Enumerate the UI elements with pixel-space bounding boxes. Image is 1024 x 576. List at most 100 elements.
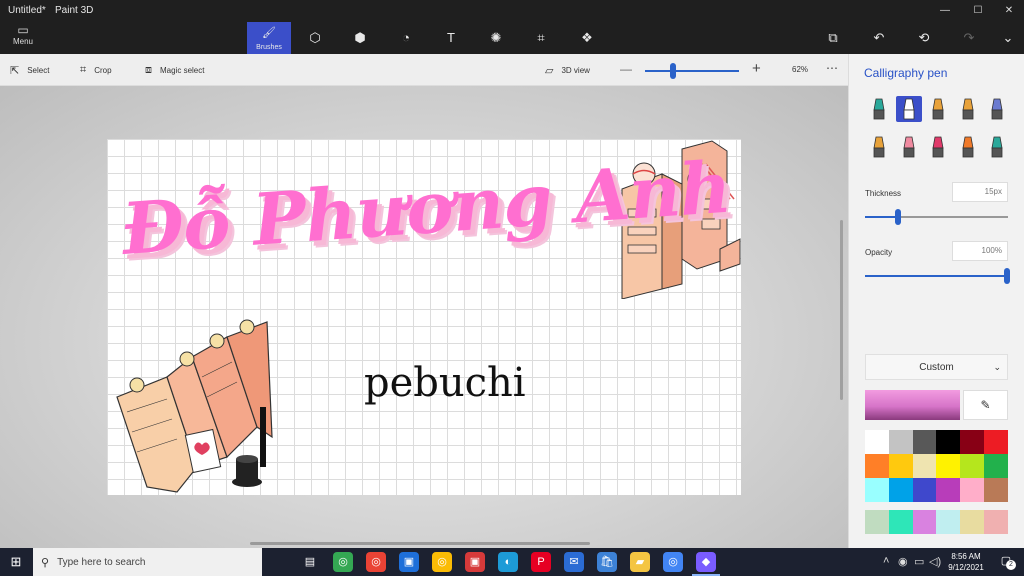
zoom-slider-thumb[interactable] [670,63,677,79]
color-swatch[interactable] [983,478,1008,502]
brush-calligraphy-pen[interactable] [895,96,922,122]
color-swatch[interactable] [888,430,913,454]
chrome-icon: ◎ [668,556,678,568]
color-swatch[interactable] [936,430,961,454]
brush-watercolor[interactable] [955,96,981,122]
history-icon[interactable]: ⟲ [913,28,935,48]
crop-button[interactable]: ⌗ Crop [80,62,112,78]
opacity-slider-thumb[interactable] [1004,268,1010,284]
zoom-slider[interactable] [645,70,739,72]
color-swatch[interactable] [960,454,984,478]
battery-icon[interactable]: ▭ [914,555,924,568]
brush-marker[interactable] [866,96,892,122]
taskbar-app-pinterest[interactable]: P [531,552,551,572]
color-swatch[interactable] [888,478,913,502]
folder-icon: ▭ [17,23,29,37]
color-swatch[interactable] [983,430,1008,454]
close-button[interactable]: ✕ [994,3,1024,19]
color-swatch[interactable] [912,430,937,454]
thickness-input[interactable]: 15px [952,182,1008,202]
color-swatch[interactable] [936,454,961,478]
tab-effects[interactable]: ✺ [474,22,518,54]
zoom-in-button[interactable]: + [752,60,761,77]
chevron-down-icon[interactable]: ⌄ [997,28,1019,48]
3d-view-button[interactable]: ▱ 3D view [545,62,590,78]
tab-brushes[interactable]: 🖌 Brushes [247,22,291,54]
taskbar-search-box[interactable]: ⚲ Type here to search [33,548,262,576]
color-swatch[interactable] [912,454,937,478]
color-swatch[interactable] [960,430,984,454]
brush-pencil[interactable] [866,134,892,160]
tab-canvas[interactable]: ⌗ [519,22,563,54]
taskbar-app-app-blue[interactable]: ▣ [399,552,419,572]
brush-spray-can[interactable] [955,134,981,160]
color-swatch[interactable] [888,454,913,478]
more-options-button[interactable]: ⋯ [826,61,838,75]
eyedropper-button[interactable]: ✎ [963,390,1008,420]
tab-2d-shapes[interactable]: ⬡ [293,22,337,54]
windows-logo-icon: ⊞ [10,554,22,569]
menu-button[interactable]: ▭ Menu [6,24,40,50]
color-mode-dropdown[interactable]: Custom ⌄ [865,354,1008,380]
taskbar-app-task-view[interactable]: ▤ [300,552,320,572]
chrome-icon: ◎ [371,556,381,568]
color-swatch[interactable] [865,478,889,502]
taskbar-app-chrome-3[interactable]: ◎ [432,552,452,572]
custom-color-swatch[interactable] [936,510,961,534]
taskbar-app-mail[interactable]: ✉ [564,552,584,572]
undo-icon[interactable]: ↶ [868,28,890,48]
color-swatch[interactable] [936,478,961,502]
taskbar-app-store[interactable]: 🛍 [597,552,617,572]
app-title-bar: Untitled* Paint 3D — ☐ ✕ ▭ Menu 🖌 Brushe… [0,0,1024,54]
chrome-icon: ◎ [437,556,447,568]
custom-color-swatch[interactable] [912,510,937,534]
custom-color-swatch[interactable] [983,510,1008,534]
minimize-button[interactable]: — [930,3,960,19]
opacity-label: Opacity [865,248,893,257]
search-placeholder: Type here to search [57,556,146,568]
brush-pixel-pen[interactable] [984,96,1010,122]
color-swatch[interactable] [960,478,984,502]
chevron-down-icon: ⌄ [993,362,1001,372]
current-color-preview[interactable] [865,390,960,420]
taskbar-app-chrome-2[interactable]: ◎ [366,552,386,572]
tab-text[interactable]: T [429,22,473,54]
maximize-button[interactable]: ☐ [963,3,993,19]
redo-icon[interactable]: ↷ [958,28,980,48]
taskbar-app-app-red[interactable]: ▣ [465,552,485,572]
start-button[interactable]: ⊞ [0,548,32,576]
zoom-out-button[interactable]: — [620,62,632,76]
paste-icon[interactable]: ⧉ [822,28,844,48]
custom-color-swatch[interactable] [888,510,913,534]
tab-stickers[interactable]: ◔ [384,22,428,54]
taskbar-app-edge[interactable]: ◐ [498,552,518,572]
taskbar-app-explorer[interactable]: ▰ [630,552,650,572]
taskbar-app-chrome-4[interactable]: ◎ [663,552,683,572]
brush-fill[interactable] [984,134,1010,160]
drawing-canvas[interactable]: Đỗ Phương Anh pebuchi [107,139,741,495]
brush-oil-brush[interactable] [925,96,951,122]
chevron-up-icon[interactable]: ˄ [883,555,889,567]
custom-color-swatch[interactable] [865,510,889,534]
horizontal-scrollbar[interactable] [250,542,590,545]
taskbar-clock[interactable]: 8:56 AM 9/12/2021 [944,551,988,573]
tab-3d-library[interactable]: ❖ [565,22,609,54]
opacity-input[interactable]: 100% [952,241,1008,261]
select-button[interactable]: ⇱ Select [10,62,49,78]
color-swatch[interactable] [912,478,937,502]
taskbar-app-chrome-1[interactable]: ◎ [333,552,353,572]
taskbar-app-paint-3d[interactable]: ◆ [692,552,720,576]
document-title: Untitled* [8,5,46,16]
brush-crayon[interactable] [925,134,951,160]
magic-select-button[interactable]: ⧈ Magic select [145,62,204,78]
tab-3d-shapes[interactable]: ⬢ [338,22,382,54]
vertical-scrollbar[interactable] [840,220,843,400]
color-swatch[interactable] [983,454,1008,478]
custom-color-swatch[interactable] [960,510,984,534]
network-icon[interactable]: ◉ [898,555,908,568]
volume-icon[interactable]: ◁) [929,555,941,568]
thickness-slider-thumb[interactable] [894,209,901,225]
color-swatch[interactable] [865,430,889,454]
color-swatch[interactable] [865,454,889,478]
brush-eraser[interactable] [896,134,922,160]
